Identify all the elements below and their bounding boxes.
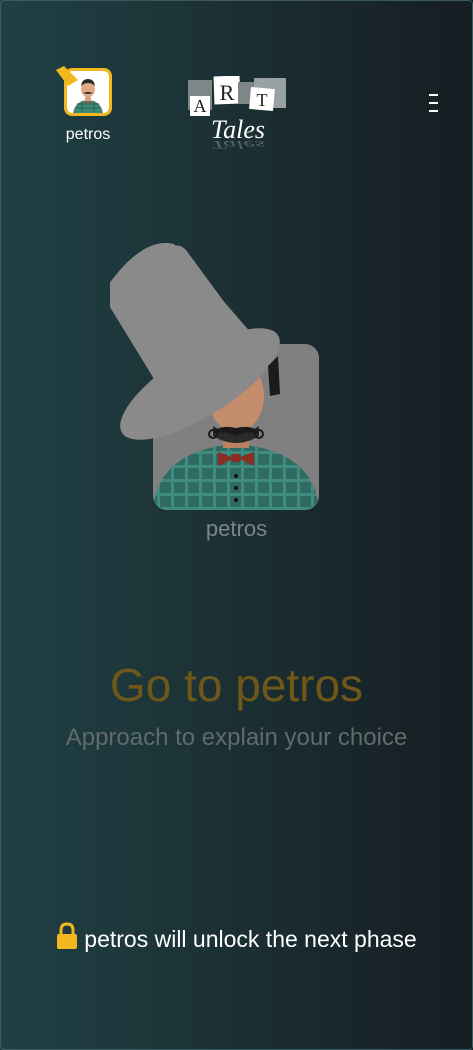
unlock-message: petros will unlock the next phase <box>84 926 417 952</box>
current-player-chip[interactable]: petros <box>56 66 120 144</box>
unlock-message-row: petros will unlock the next phase <box>0 922 473 953</box>
player-name: petros <box>65 126 111 143</box>
target-player-avatar <box>110 243 319 510</box>
logo-letter-t: T <box>257 90 268 110</box>
goto-headline: Go to petros <box>109 659 364 711</box>
active-player-badge-icon <box>56 66 78 86</box>
lock-icon <box>57 922 78 949</box>
target-player-name: petros <box>205 516 268 541</box>
player-avatar[interactable] <box>56 66 112 116</box>
art-tales-logo: A R T Tales Tales <box>188 76 286 151</box>
svg-text:Tales: Tales <box>211 138 265 151</box>
kebab-menu-icon[interactable] <box>424 94 442 118</box>
logo-letter-r: R <box>220 80 235 105</box>
logo-letter-a: A <box>194 96 207 116</box>
approach-hint: Approach to explain your choice <box>65 724 408 751</box>
